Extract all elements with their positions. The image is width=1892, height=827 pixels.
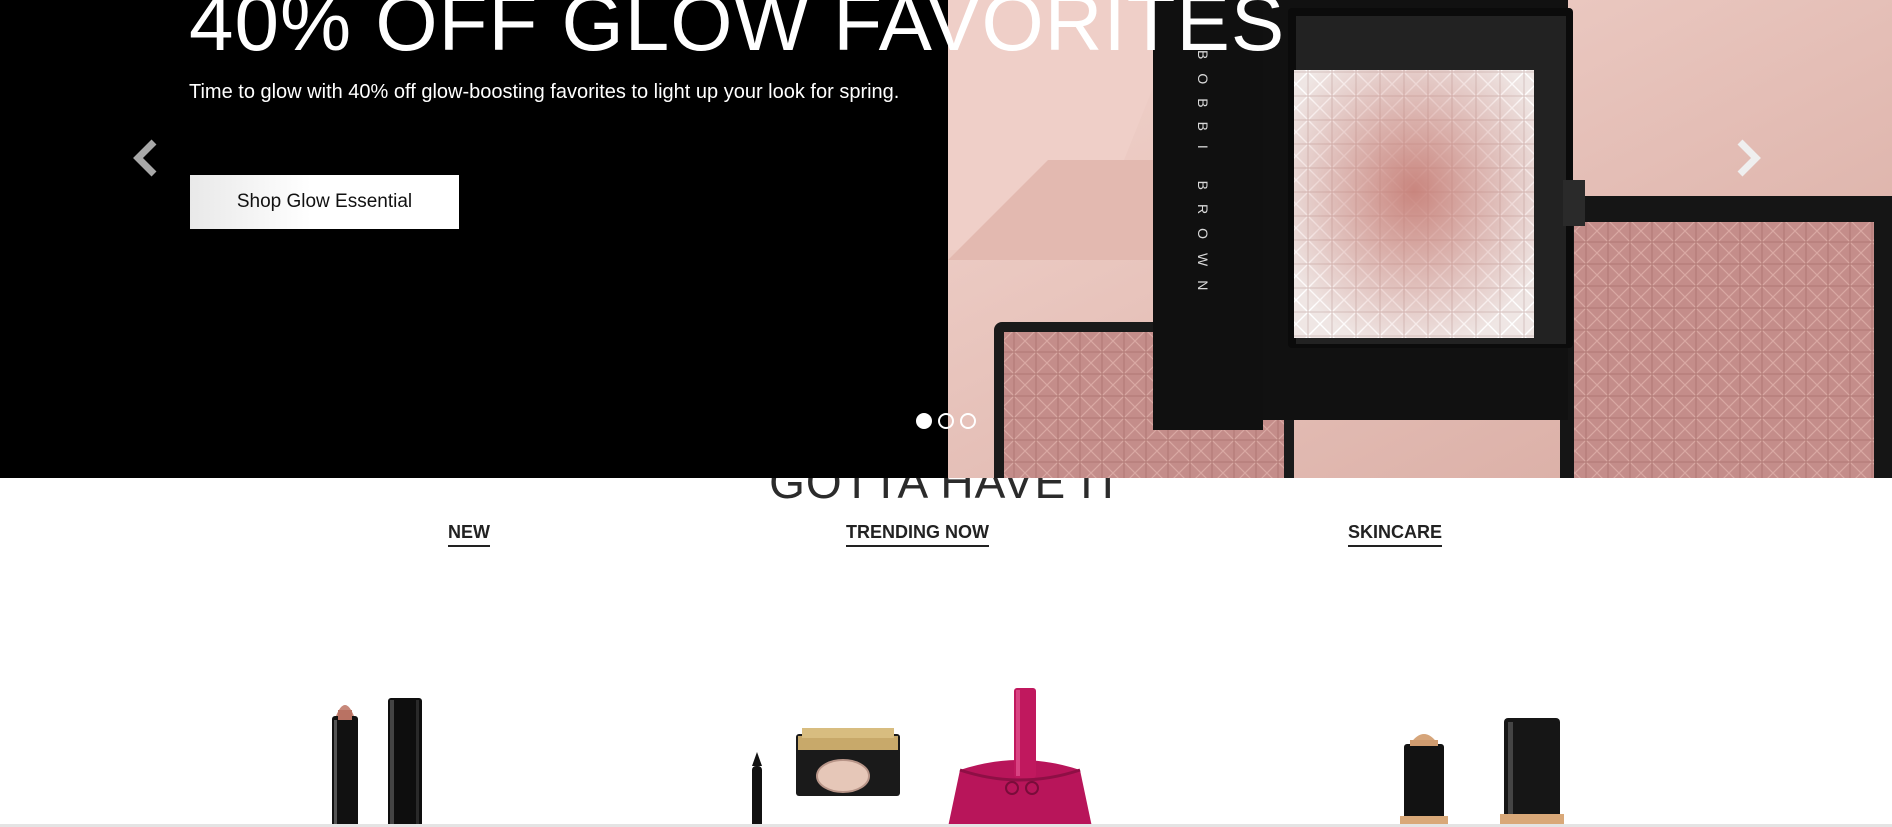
product-image-lipsticks[interactable] xyxy=(320,690,440,827)
chevron-left-icon xyxy=(133,139,157,177)
carousel-dot-3[interactable] xyxy=(960,413,976,429)
product-image-trending-set[interactable] xyxy=(740,680,1140,827)
hero-product-image: BOBBI BROWN xyxy=(948,0,1892,478)
hero-subtitle: Time to glow with 40% off glow-boosting … xyxy=(189,81,900,103)
tab-new[interactable]: NEW xyxy=(448,522,490,547)
carousel-dot-1[interactable] xyxy=(916,413,932,429)
brand-vertical-text: BOBBI BROWN xyxy=(1195,50,1211,304)
hero-headline: 40% OFF GLOW FAVORITES xyxy=(189,0,1286,67)
tab-skincare[interactable]: SKINCARE xyxy=(1348,522,1443,547)
carousel-pagination xyxy=(916,413,976,429)
product-image-foundation-stick[interactable] xyxy=(1390,710,1590,827)
product-tabs: NEW TRENDING NOW SKINCARE xyxy=(0,522,1892,554)
carousel-prev-button[interactable] xyxy=(126,130,166,186)
carousel-dot-2[interactable] xyxy=(938,413,954,429)
shop-glow-essential-button[interactable]: Shop Glow Essential xyxy=(190,175,459,229)
tab-trending-now[interactable]: TRENDING NOW xyxy=(846,522,989,547)
chevron-right-icon xyxy=(1737,139,1761,177)
hero-banner: BOBBI BROWN 40% OFF GLOW FAVORITES Time … xyxy=(0,0,1892,478)
carousel-next-button[interactable] xyxy=(1728,130,1768,186)
